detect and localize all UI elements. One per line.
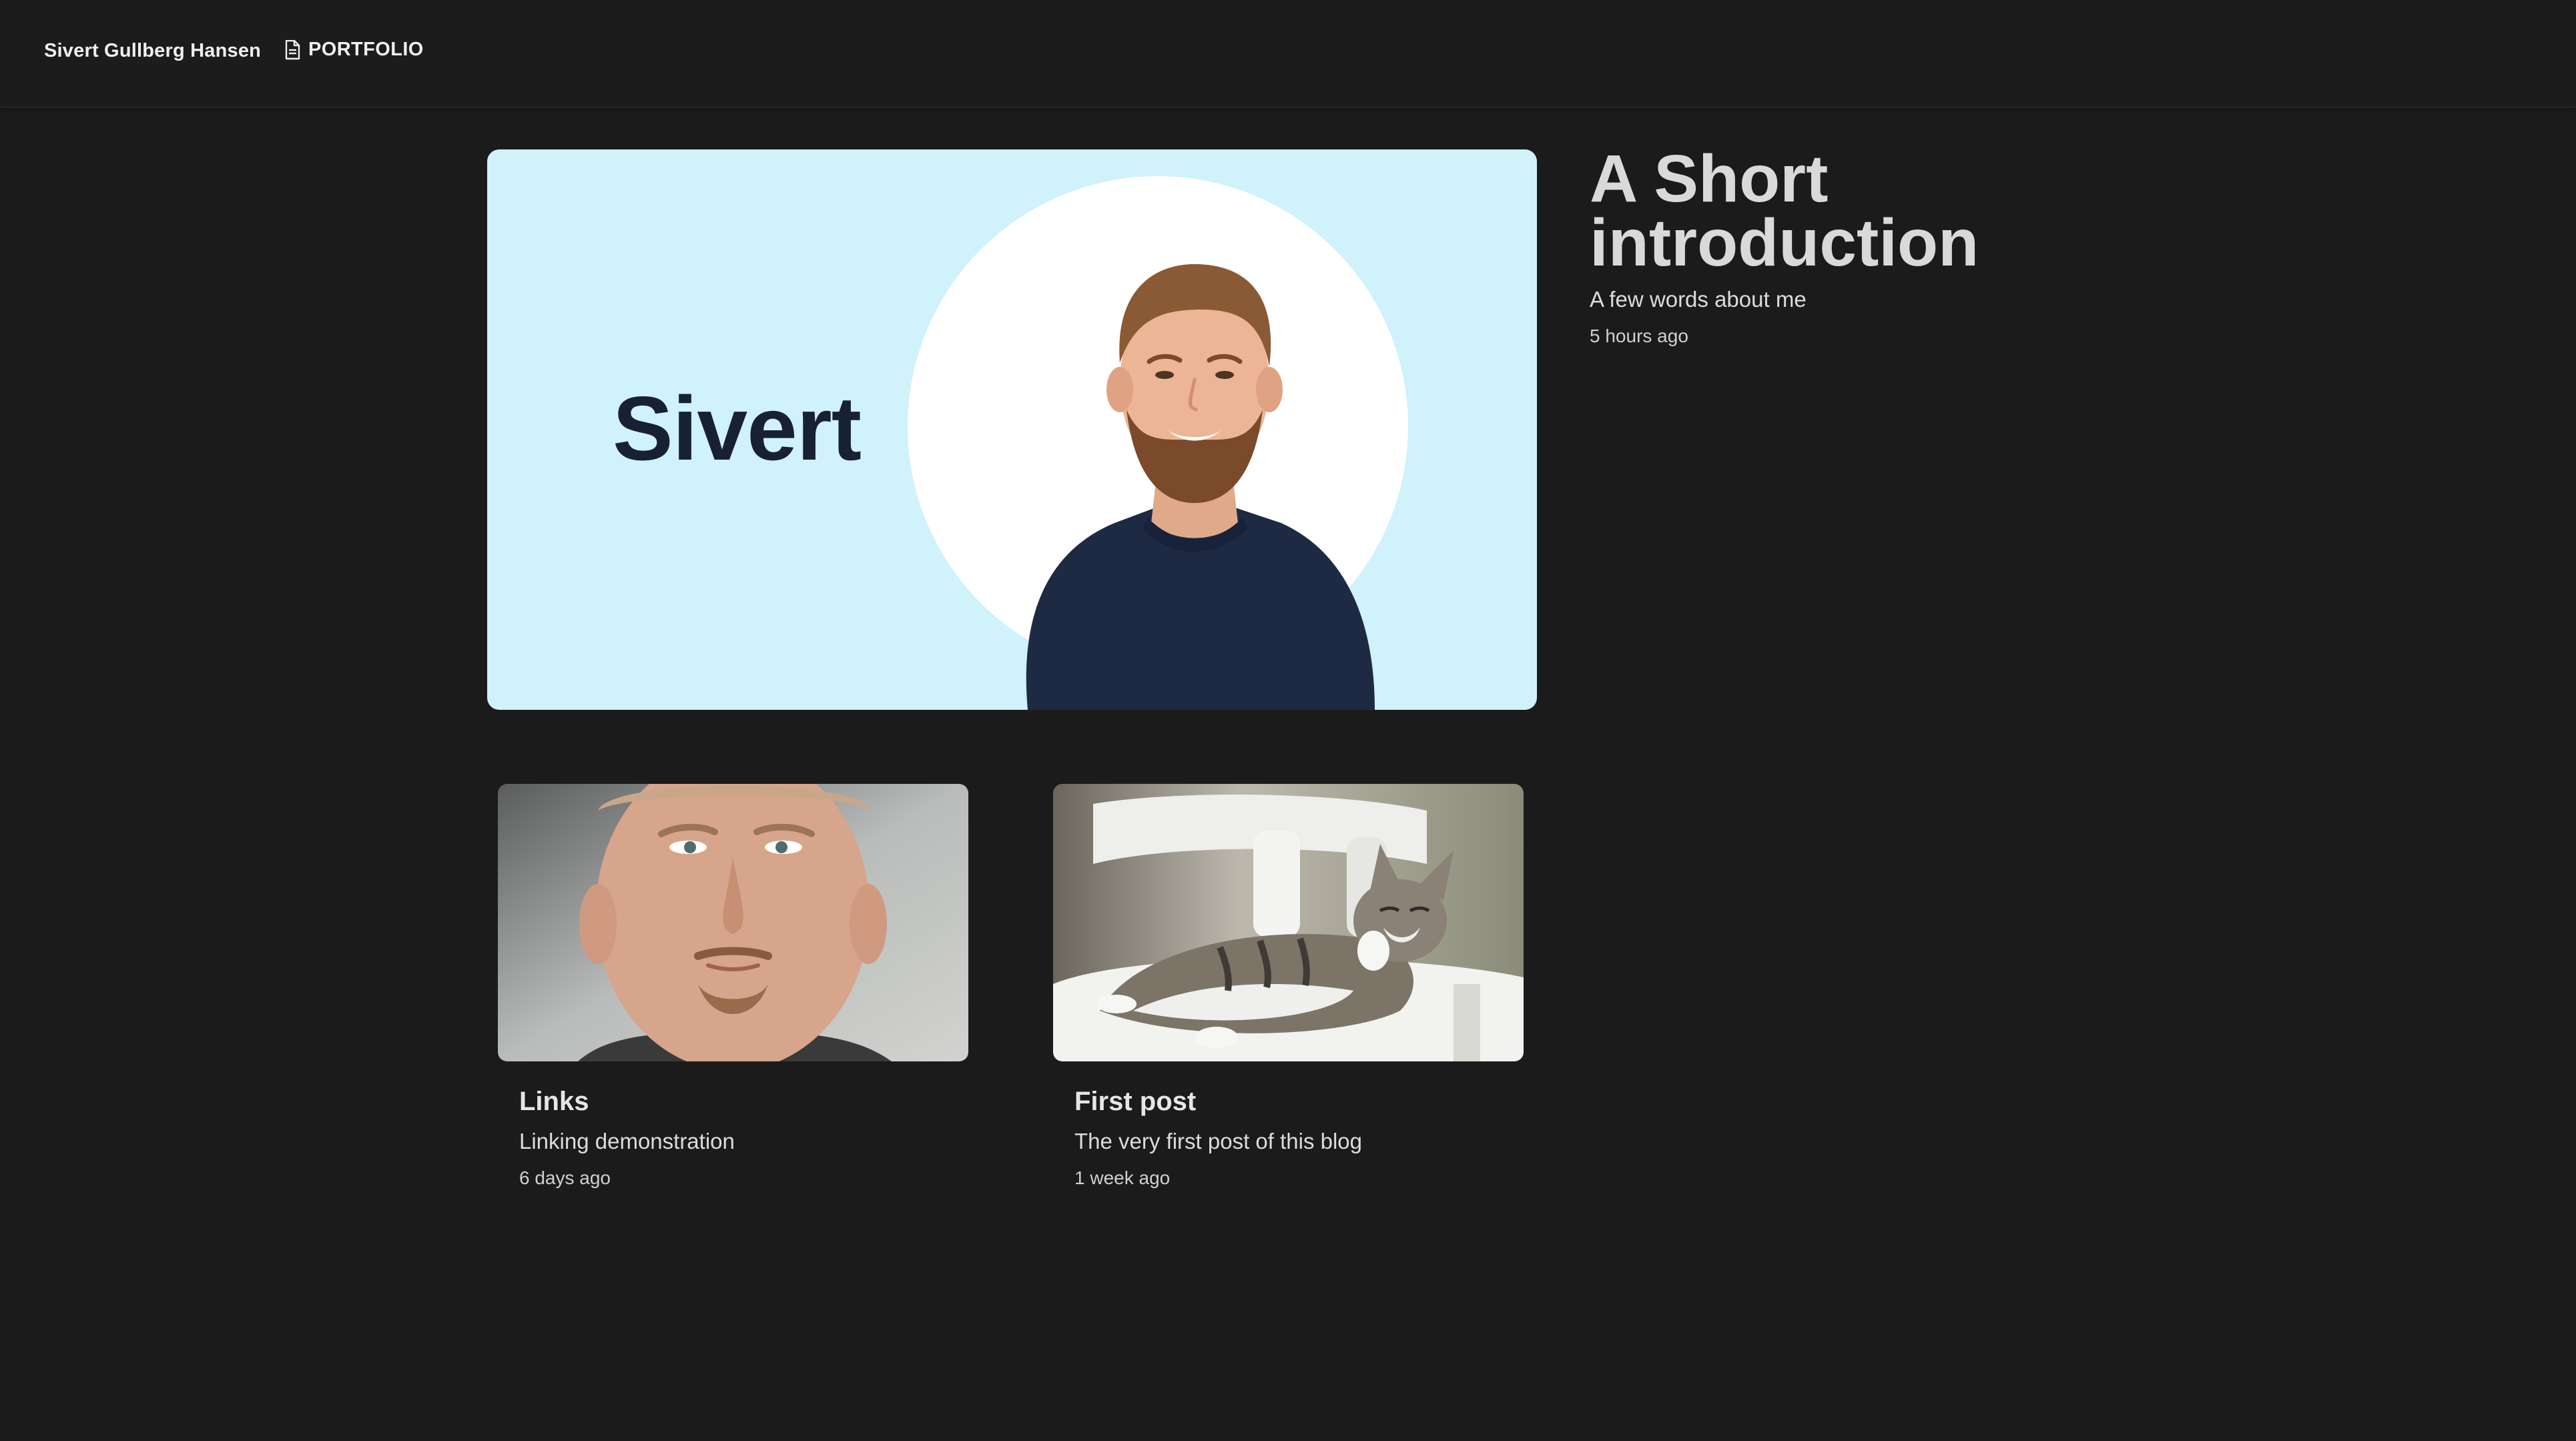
post-card-title[interactable]: First post — [1074, 1087, 1524, 1117]
top-bar: Sivert Gullberg Hansen PORTFOLIO — [0, 0, 2576, 108]
featured-post-title[interactable]: A Short introduction — [1590, 145, 2190, 276]
document-icon — [284, 39, 300, 60]
nav-link-portfolio[interactable]: PORTFOLIO — [284, 39, 424, 61]
post-card-links[interactable]: Links Linking demonstration 6 days ago — [498, 784, 968, 1189]
post-card-image[interactable] — [498, 784, 968, 1061]
featured-post-subtitle: A few words about me — [1590, 287, 1807, 312]
post-card-description: Linking demonstration — [519, 1129, 735, 1153]
featured-post-image[interactable]: Sivert — [487, 149, 1537, 710]
person-illustration — [1026, 264, 1375, 710]
post-card-timestamp: 6 days ago — [519, 1167, 611, 1188]
featured-post-text: A Short introduction A few words about m… — [1590, 145, 2190, 347]
post-card-image[interactable] — [1053, 784, 1524, 1061]
featured-post-timestamp: 5 hours ago — [1590, 326, 1688, 346]
portrait-photo — [498, 784, 968, 1061]
post-card-description: The very first post of this blog — [1074, 1129, 1363, 1153]
post-card-timestamp: 1 week ago — [1074, 1167, 1171, 1188]
post-card-first-post[interactable]: First post The very first post of this b… — [1053, 784, 1524, 1189]
nav-link-label: PORTFOLIO — [308, 39, 424, 60]
featured-image-text: Sivert — [613, 378, 862, 479]
cat-photo — [1053, 784, 1524, 1061]
post-card-title[interactable]: Links — [519, 1087, 968, 1117]
site-brand-link[interactable]: Sivert Gullberg Hansen — [44, 40, 261, 62]
